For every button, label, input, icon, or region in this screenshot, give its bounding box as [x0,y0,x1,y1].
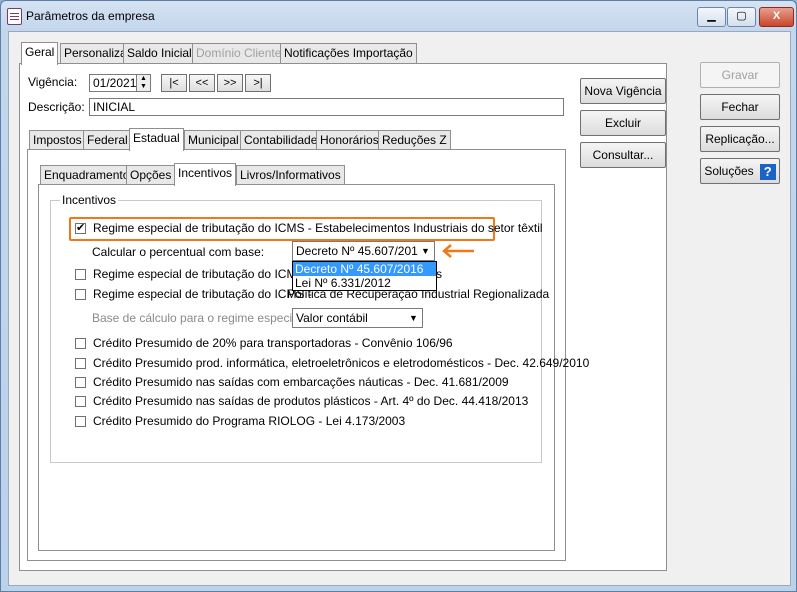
consultar-button[interactable]: Consultar... [580,142,666,168]
dropdown-option-decreto[interactable]: Decreto Nº 45.607/2016 [293,262,436,276]
solucoes-label: Soluções [704,164,754,178]
excluir-vigencia-button[interactable]: Excluir Vigência [580,110,666,154]
credito-2-checkbox[interactable] [75,358,86,369]
credito-3-checkbox[interactable] [75,377,86,388]
arrow-left-icon [442,244,474,258]
base-calculo-label: Base de cálculo para o regime especial: [92,311,305,325]
tab-notificacoes-importacao[interactable]: Notificações Importação [280,43,417,64]
regime-2-checkbox[interactable] [75,269,86,280]
replicacao-button[interactable]: Replicação... [700,126,780,152]
spin-up-icon[interactable]: ▲ [137,75,150,83]
minimize-button[interactable]: ▁ [697,7,726,27]
dropdown-option-lei[interactable]: Lei Nº 6.331/2012 [293,276,436,290]
fechar-button[interactable]: Fechar [700,94,780,120]
tab-reducoes-z[interactable]: Reduções Z [378,130,451,151]
tab-incentivos[interactable]: Incentivos [174,163,237,186]
nova-vigencia-button[interactable]: Nova Vigência [580,78,666,104]
tab-geral[interactable]: Geral [21,42,59,65]
vigencia-input[interactable]: 01/2021 [89,74,137,92]
regime-3-label[interactable]: Regime especial de tributação do ICMS - [93,287,312,301]
descricao-input[interactable]: INICIAL [89,98,564,116]
window-title: Parâmetros da empresa [26,9,155,23]
tab-estadual[interactable]: Estadual [129,128,184,151]
gravar-button[interactable]: Gravar [700,62,780,88]
title-bar[interactable]: Parâmetros da empresa ▁ ▢ X [1,1,796,31]
calc-base-select[interactable]: Decreto Nº 45.607/2016 ▼ [292,241,435,261]
chevron-down-icon[interactable]: ▼ [418,243,433,259]
calc-base-value: Decreto Nº 45.607/2016 [296,244,425,258]
regime-3-checkbox[interactable] [75,289,86,300]
last-button[interactable]: >| [245,74,271,92]
tab-federal[interactable]: Federal [83,130,132,151]
tab-impostos[interactable]: Impostos [29,130,86,151]
incentivos-group-title: Incentivos [60,193,119,207]
first-button[interactable]: |< [161,74,187,92]
window: Parâmetros da empresa ▁ ▢ X Geral Person… [0,0,797,592]
tab-saldo-inicial[interactable]: Saldo Inicial [123,43,196,64]
document-icon [7,8,22,25]
help-icon: ? [759,163,776,180]
chevron-down-icon[interactable]: ▼ [406,310,421,326]
descricao-label: Descrição: [28,100,85,114]
tab-opcoes[interactable]: Opções [126,165,176,186]
maximize-icon: ▢ [736,10,747,22]
credito-4-checkbox[interactable] [75,396,86,407]
spin-down-icon[interactable]: ▼ [137,83,150,91]
credito-2-label[interactable]: Crédito Presumido prod. informática, ele… [93,356,589,370]
credito-5-label[interactable]: Crédito Presumido do Programa RIOLOG - L… [93,414,405,428]
close-button[interactable]: X [759,7,794,27]
regime-textil-checkbox[interactable] [75,221,86,234]
credito-3-label[interactable]: Crédito Presumido nas saídas com embarca… [93,375,509,389]
base-calculo-value: Valor contábil [296,311,368,325]
credito-5-checkbox[interactable] [75,416,86,427]
tab-honorarios[interactable]: Honorários [316,130,383,151]
calc-base-dropdown-list[interactable]: Decreto Nº 45.607/2016 Lei Nº 6.331/2012 [292,261,437,291]
credito-4-label[interactable]: Crédito Presumido nas saídas de produtos… [93,394,528,408]
tab-personaliza[interactable]: Personaliza [60,43,131,64]
next-button[interactable]: >> [217,74,243,92]
tab-contabilidade[interactable]: Contabilidade [240,130,322,151]
credito-1-checkbox[interactable] [75,338,86,349]
regime-2-label[interactable]: Regime especial de tributação do ICMS - … [93,267,323,281]
maximize-button[interactable]: ▢ [727,7,756,27]
minimize-icon: ▁ [707,10,716,22]
regime-textil-label[interactable]: Regime especial de tributação do ICMS - … [93,221,543,235]
previous-button[interactable]: << [189,74,215,92]
tab-enquadramento[interactable]: Enquadramento [40,165,134,186]
base-calculo-select[interactable]: Valor contábil ▼ [292,308,423,328]
calc-base-label: Calcular o percentual com base: [92,245,265,259]
tab-dominio-cliente[interactable]: Domínio Cliente [192,43,286,64]
tab-municipal[interactable]: Municipal [184,130,243,151]
vigencia-label: Vigência: [28,75,78,89]
vigencia-spinner[interactable]: ▲ ▼ [136,74,151,92]
solucoes-button[interactable]: Soluções? [700,158,780,184]
credito-1-label[interactable]: Crédito Presumido de 20% para transporta… [93,336,453,350]
tab-livros-informativos[interactable]: Livros/Informativos [236,165,345,186]
